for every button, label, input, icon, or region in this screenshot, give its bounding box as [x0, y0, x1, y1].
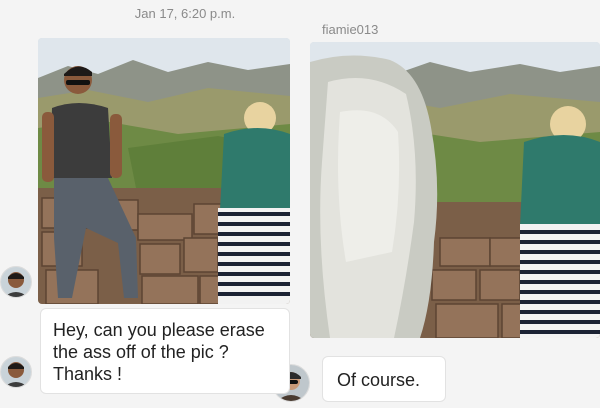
original-photo-image	[38, 38, 290, 304]
message-text-line: Thanks !	[53, 364, 123, 384]
message-text-line: Of course.	[337, 370, 421, 390]
message-text-line: Hey, can you please erase	[53, 320, 265, 340]
message-timestamp: Jan 17, 6:20 p.m.	[134, 6, 236, 21]
message-bubble-reply: Of course.	[322, 356, 446, 402]
requester-avatar-2[interactable]	[0, 356, 32, 388]
requester-avatar-image	[1, 267, 31, 297]
message-bubble-request: Hey, can you please erase the ass off of…	[40, 308, 290, 394]
original-photo[interactable]	[38, 38, 290, 304]
requester-avatar[interactable]	[0, 266, 32, 298]
edited-photo-image	[310, 42, 600, 338]
edited-photo[interactable]	[310, 42, 600, 338]
sender-username: fiamie013	[322, 22, 379, 37]
message-text-line: the ass off of the pic ?	[53, 342, 229, 362]
requester-avatar-2-image	[1, 357, 31, 387]
